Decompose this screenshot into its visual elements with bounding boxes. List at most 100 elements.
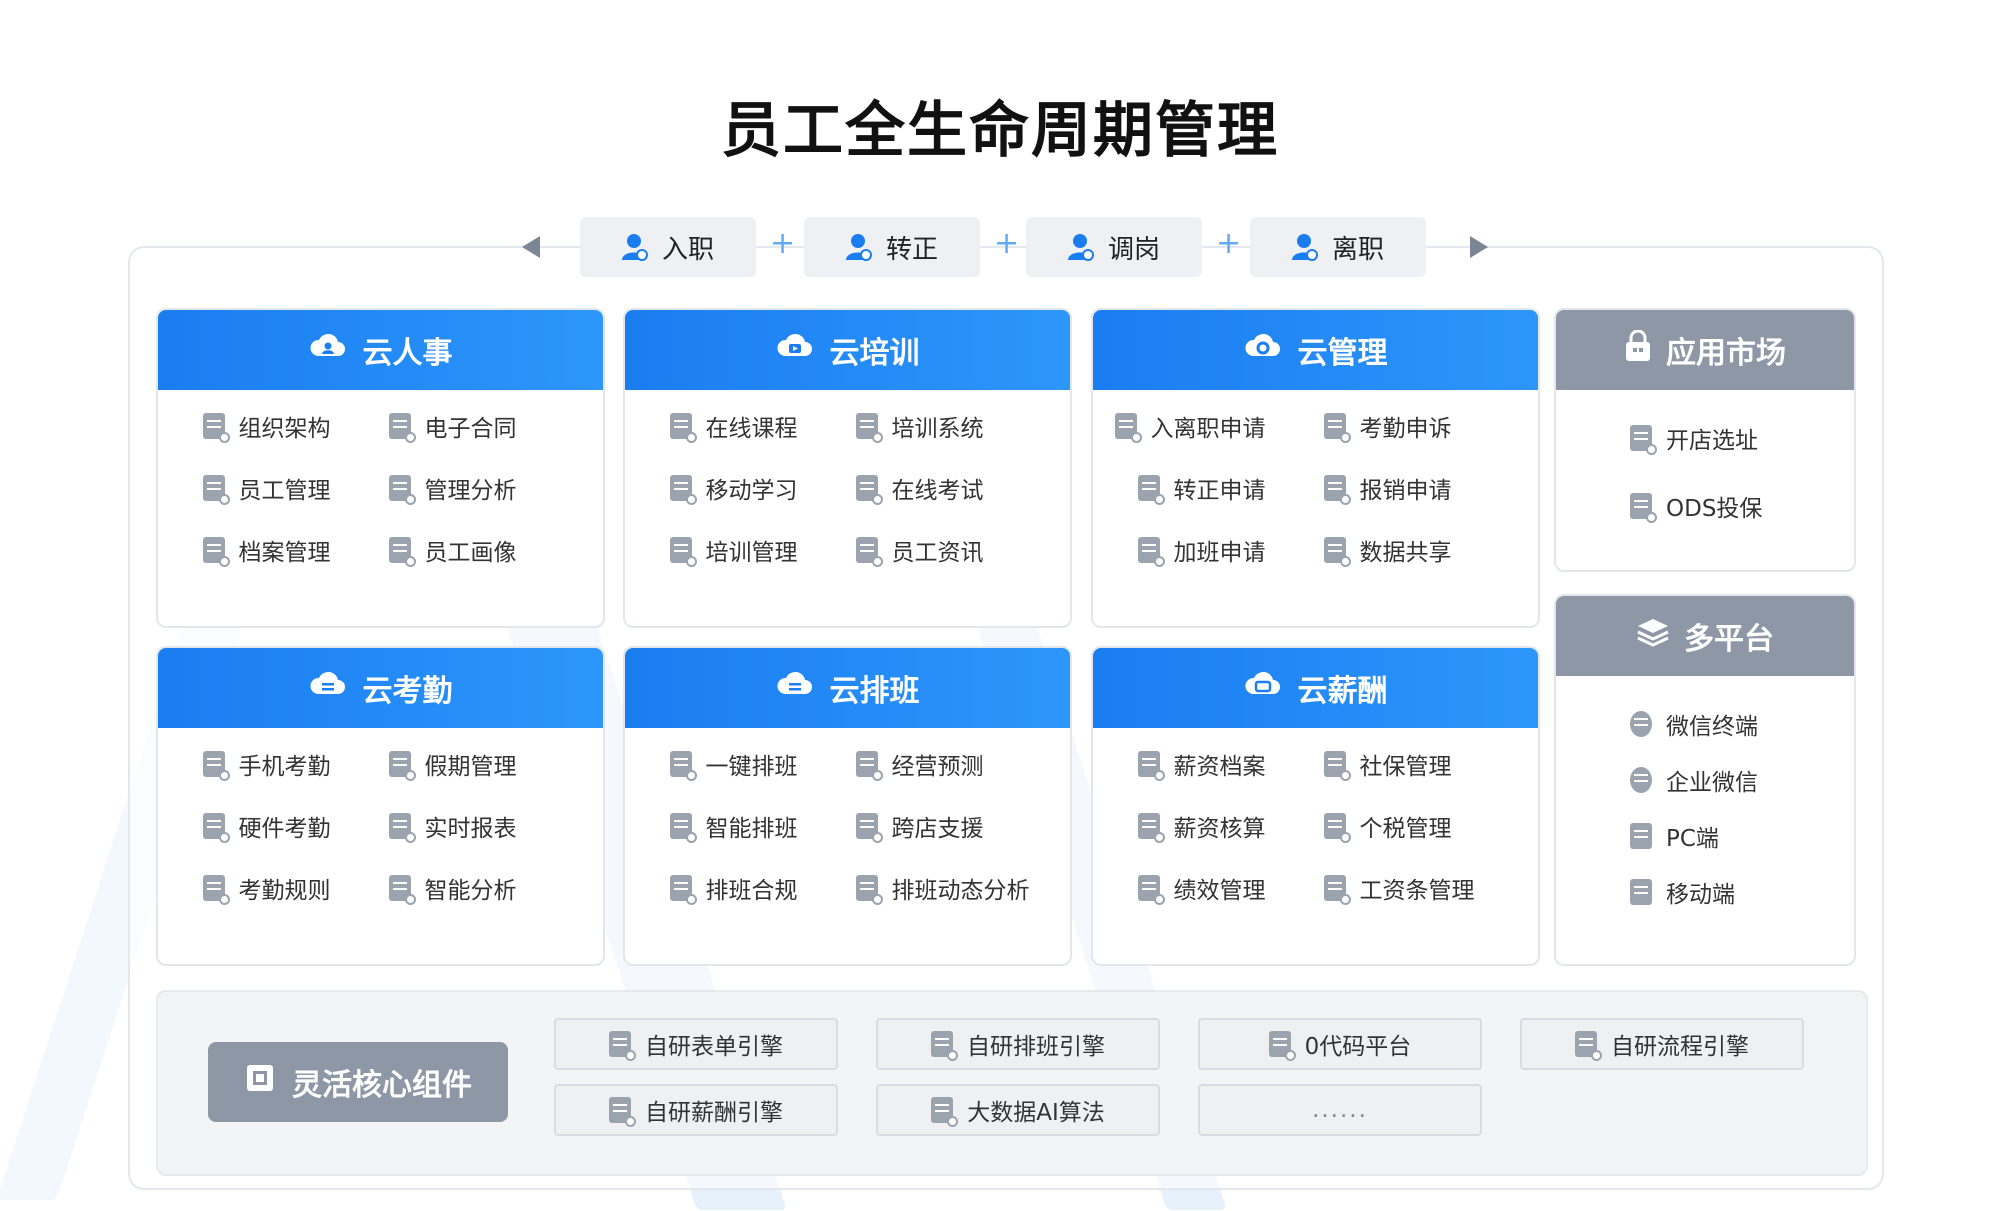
feature-label: 智能分析 (424, 878, 517, 904)
core-component-item: 0代码平台 (1198, 1018, 1482, 1070)
code-icon (1268, 1031, 1296, 1061)
feature-label: 考勤规则 (238, 878, 331, 904)
feature-label: 实时报表 (424, 816, 517, 842)
module-title: 云考勤 (362, 674, 453, 709)
feature-label: 员工资讯 (891, 540, 984, 566)
stage-label: 调岗 (1107, 234, 1160, 265)
feature-icon (1137, 751, 1165, 781)
feature-icon (202, 475, 230, 505)
feature-icon (202, 751, 230, 781)
module-card: 云薪酬 薪资档案 社保管理 薪资核算 个税管理 绩效管理 工资条管理 (1091, 646, 1540, 966)
feature-label: 转正申请 (1173, 478, 1266, 504)
feature-label: 薪资核算 (1173, 816, 1266, 842)
feature-label: 数据共享 (1359, 540, 1452, 566)
module-card: 云培训在线课程 培训系统移动学习 在线考试培训管理 员工资讯 (623, 308, 1072, 628)
layers-icon (1636, 617, 1670, 655)
stage-regularization: 转正 (804, 217, 980, 277)
cloud-list-icon (776, 668, 816, 708)
feature-icon (1323, 813, 1351, 843)
feature-label: 入离职申请 (1150, 416, 1266, 442)
plus-separator: + (770, 226, 796, 261)
list-item: PC端 (1630, 820, 1780, 852)
module-feature-item: 在线课程 (669, 410, 798, 443)
feature-icon (388, 475, 416, 505)
feature-icon (669, 813, 697, 843)
module-feature-item: 考勤规则 (202, 872, 331, 905)
feature-label: 移动学习 (705, 478, 798, 504)
flow-icon (1575, 1031, 1602, 1061)
feature-icon (855, 813, 883, 843)
store-icon (1630, 425, 1657, 455)
module-title: 云管理 (1297, 336, 1388, 371)
module-feature-item: 员工管理 (202, 472, 331, 505)
module-feature-item: 考勤申诉 (1323, 410, 1452, 443)
core-component-item: 自研排班引擎 (876, 1018, 1160, 1070)
feature-icon (1323, 751, 1351, 781)
module-feature-item: 跨店支援 (855, 810, 984, 843)
module-title: 云培训 (829, 336, 920, 371)
stage-transfer: 调岗 (1026, 217, 1202, 277)
wechat-icon (1630, 711, 1652, 737)
module-header: 云管理 (1093, 310, 1538, 390)
feature-label: 员工管理 (238, 478, 331, 504)
arrow-right-icon (1470, 236, 1488, 258)
feature-label: 排班合规 (705, 878, 798, 904)
feature-icon (855, 413, 883, 443)
feature-icon (388, 537, 416, 567)
module-feature-item: 在线考试 (855, 472, 984, 505)
feature-label: 一键排班 (705, 754, 798, 780)
feature-icon (1323, 413, 1351, 443)
module-feature-item: 绩效管理 (1137, 872, 1266, 905)
lock-icon (1624, 329, 1652, 370)
list-item: ODS投保 (1630, 490, 1780, 523)
module-feature-item: 经营预测 (855, 748, 984, 781)
feature-icon (388, 413, 416, 443)
feature-icon (669, 413, 697, 443)
plus-separator: + (994, 226, 1020, 261)
list-item: 企业微信 (1630, 764, 1780, 796)
list-item: 移动端 (1630, 876, 1780, 908)
module-header: 云考勤 (158, 648, 603, 728)
feature-label: 考勤申诉 (1359, 416, 1452, 442)
feature-label: 培训系统 (891, 416, 984, 442)
list-item: 开店选址 (1630, 422, 1780, 455)
mobile-icon (1630, 879, 1652, 905)
monitor-icon (1630, 823, 1652, 849)
feature-label: 智能排班 (705, 816, 798, 842)
module-feature-item: 假期管理 (388, 748, 517, 781)
feature-label: 报销申请 (1359, 478, 1452, 504)
stage-resignation: 离职 (1250, 217, 1426, 277)
feature-label: 跨店支援 (891, 816, 984, 842)
feature-label: 在线课程 (705, 416, 798, 442)
feature-icon (855, 475, 883, 505)
plus-separator: + (1216, 226, 1242, 261)
feature-label: 电子合同 (424, 416, 517, 442)
wecom-icon (1630, 767, 1652, 793)
module-header: 云培训 (625, 310, 1070, 390)
module-feature-item: 移动学习 (669, 472, 798, 505)
feature-label: 员工画像 (424, 540, 517, 566)
feature-icon (202, 413, 230, 443)
salary-icon (609, 1097, 636, 1127)
module-feature-item: 智能分析 (388, 872, 517, 905)
module-feature-item: 档案管理 (202, 534, 331, 567)
feature-icon (669, 875, 697, 905)
feature-icon (388, 751, 416, 781)
feature-icon (1137, 875, 1165, 905)
module-feature-item: 硬件考勤 (202, 810, 331, 843)
ai-icon (931, 1097, 959, 1127)
form-icon (609, 1031, 636, 1061)
module-feature-item: 数据共享 (1323, 534, 1452, 567)
core-component-item: 自研流程引擎 (1520, 1018, 1804, 1070)
feature-icon (669, 751, 697, 781)
module-title: 云薪酬 (1297, 674, 1388, 709)
module-card: 云考勤 手机考勤 假期管理 硬件考勤 实时报表 考勤规则 智能分析 (156, 646, 605, 966)
module-feature-item: 员工画像 (388, 534, 517, 567)
module-header: 云排班 (625, 648, 1070, 728)
module-feature-item: 员工资讯 (855, 534, 984, 567)
module-feature-item: 排班合规 (669, 872, 798, 905)
feature-label: 工资条管理 (1359, 878, 1475, 904)
module-feature-item: 培训管理 (669, 534, 798, 567)
app-market-card: 应用市场 开店选址 ODS投保 (1554, 308, 1856, 572)
feature-icon (855, 875, 883, 905)
